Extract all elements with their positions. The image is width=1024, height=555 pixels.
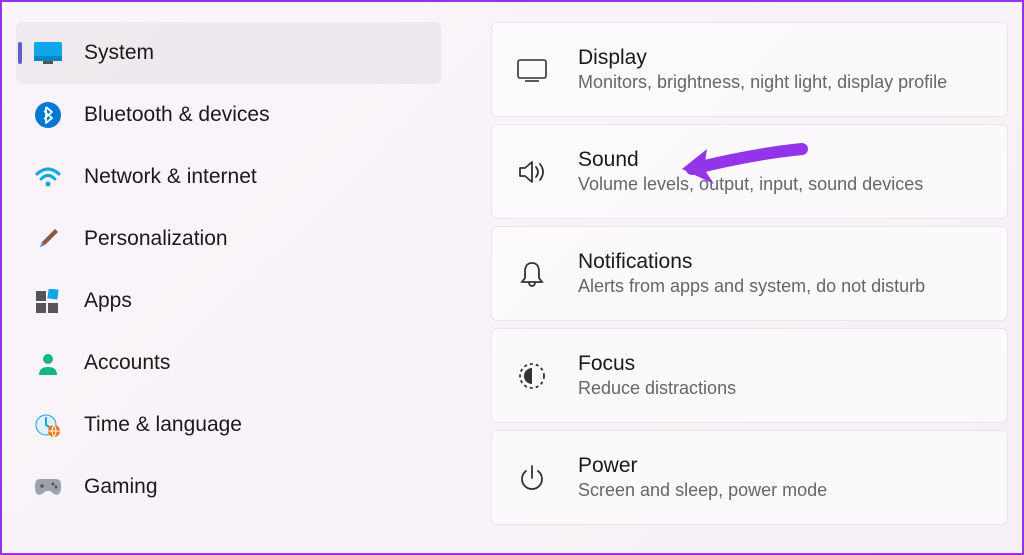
- focus-icon: [516, 360, 548, 392]
- bell-icon: [516, 258, 548, 290]
- sidebar-label: Network & internet: [84, 165, 257, 189]
- paintbrush-icon: [34, 225, 62, 253]
- card-desc: Screen and sleep, power mode: [578, 480, 983, 501]
- sidebar-label: Apps: [84, 289, 132, 313]
- sidebar-item-system[interactable]: System: [16, 22, 441, 84]
- card-notifications[interactable]: Notifications Alerts from apps and syste…: [491, 226, 1008, 321]
- sidebar-label: System: [84, 41, 154, 65]
- wifi-icon: [34, 163, 62, 191]
- sidebar-label: Bluetooth & devices: [84, 103, 270, 127]
- card-title: Notifications: [578, 250, 983, 274]
- bluetooth-icon: [34, 101, 62, 129]
- card-focus[interactable]: Focus Reduce distractions: [491, 328, 1008, 423]
- card-title: Focus: [578, 352, 983, 376]
- card-display[interactable]: Display Monitors, brightness, night ligh…: [491, 22, 1008, 117]
- card-desc: Monitors, brightness, night light, displ…: [578, 72, 983, 93]
- card-desc: Volume levels, output, input, sound devi…: [578, 174, 983, 195]
- sidebar-item-apps[interactable]: Apps: [16, 270, 441, 332]
- card-title: Sound: [578, 148, 983, 172]
- sidebar-item-bluetooth[interactable]: Bluetooth & devices: [16, 84, 441, 146]
- card-desc: Alerts from apps and system, do not dist…: [578, 276, 983, 297]
- settings-content: Display Monitors, brightness, night ligh…: [461, 22, 1008, 533]
- sidebar-item-accounts[interactable]: Accounts: [16, 332, 441, 394]
- gaming-icon: [34, 473, 62, 501]
- accounts-icon: [34, 349, 62, 377]
- sidebar-label: Accounts: [84, 351, 170, 375]
- sidebar-item-time-language[interactable]: Time & language: [16, 394, 441, 456]
- sidebar-item-personalization[interactable]: Personalization: [16, 208, 441, 270]
- card-power[interactable]: Power Screen and sleep, power mode: [491, 430, 1008, 525]
- sidebar-label: Gaming: [84, 475, 158, 499]
- system-icon: [34, 39, 62, 67]
- card-desc: Reduce distractions: [578, 378, 983, 399]
- apps-icon: [34, 287, 62, 315]
- sidebar-item-network[interactable]: Network & internet: [16, 146, 441, 208]
- sound-icon: [516, 156, 548, 188]
- card-sound[interactable]: Sound Volume levels, output, input, soun…: [491, 124, 1008, 219]
- clock-globe-icon: [34, 411, 62, 439]
- sidebar-item-gaming[interactable]: Gaming: [16, 456, 441, 518]
- display-icon: [516, 54, 548, 86]
- card-title: Display: [578, 46, 983, 70]
- power-icon: [516, 462, 548, 494]
- sidebar-label: Personalization: [84, 227, 228, 251]
- sidebar-label: Time & language: [84, 413, 242, 437]
- navigation-sidebar: System Bluetooth & devices Network & int…: [16, 22, 461, 533]
- card-title: Power: [578, 454, 983, 478]
